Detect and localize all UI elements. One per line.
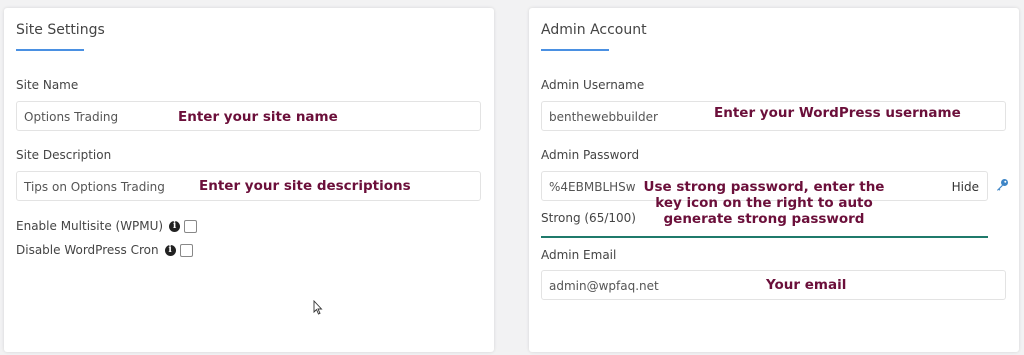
password-strength-label: Strong (65/100) xyxy=(541,211,636,225)
site-name-annotation: Enter your site name xyxy=(178,109,338,125)
site-name-label: Site Name xyxy=(16,78,79,92)
admin-account-panel: Admin Account Admin Username benthewebbu… xyxy=(529,8,1019,352)
admin-account-title: Admin Account xyxy=(541,22,647,38)
site-settings-title: Site Settings xyxy=(16,22,105,38)
admin-username-value: benthewebbuilder xyxy=(549,110,658,124)
info-icon[interactable]: i xyxy=(164,244,176,256)
admin-email-label: Admin Email xyxy=(541,248,617,262)
username-annotation: Enter your WordPress username xyxy=(714,105,961,121)
admin-password-label: Admin Password xyxy=(541,148,640,162)
title-underline xyxy=(541,49,609,51)
disable-cron-row: Disable WordPress Cron i xyxy=(16,243,193,257)
key-icon[interactable] xyxy=(995,178,1009,192)
enable-multisite-row: Enable Multisite (WPMU) i xyxy=(16,219,198,233)
admin-email-value: admin@wpfaq.net xyxy=(549,279,659,293)
disable-cron-label: Disable WordPress Cron xyxy=(16,243,159,257)
site-description-annotation: Enter your site descriptions xyxy=(199,178,411,194)
site-description-value: Tips on Options Trading xyxy=(24,180,165,194)
password-strength-bar xyxy=(541,236,988,238)
email-annotation: Your email xyxy=(766,277,847,293)
site-settings-panel: Site Settings Site Name Options Trading … xyxy=(4,8,494,352)
admin-username-label: Admin Username xyxy=(541,78,645,92)
title-underline xyxy=(16,49,84,51)
enable-multisite-checkbox[interactable] xyxy=(184,219,198,233)
site-name-value: Options Trading xyxy=(24,110,119,124)
cursor-icon xyxy=(313,300,323,315)
password-annotation: Use strong password, enter the key icon … xyxy=(643,179,885,227)
enable-multisite-label: Enable Multisite (WPMU) xyxy=(16,219,164,233)
admin-password-value: %4EBMBLHSw xyxy=(549,180,636,194)
site-description-label: Site Description xyxy=(16,148,112,162)
hide-password-button[interactable]: Hide xyxy=(952,180,979,194)
disable-cron-checkbox[interactable] xyxy=(179,243,193,257)
info-icon[interactable]: i xyxy=(169,220,181,232)
